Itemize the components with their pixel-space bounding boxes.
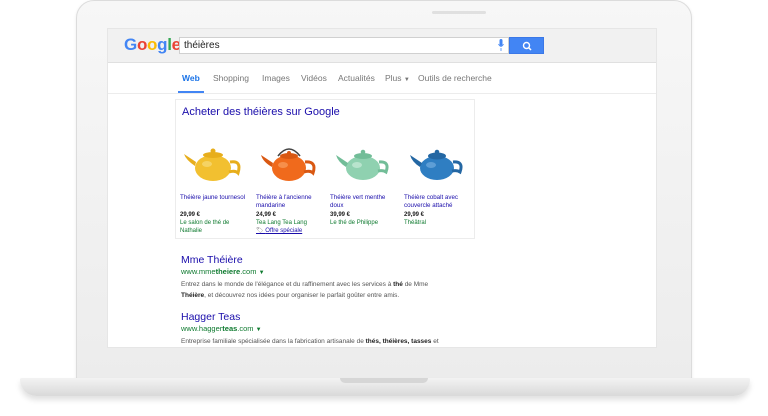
browser-screen: Google Web Shopping Images Vidéos Actual… <box>107 28 657 348</box>
search-tabs: Web Shopping Images Vidéos Actualités Pl… <box>108 63 656 94</box>
product-card[interactable]: Théière vert menthe doux 39,99 € Le thé … <box>330 140 400 227</box>
shopping-box: Acheter des théières sur Google Théière … <box>175 99 475 239</box>
tag-icon: 🏷 <box>256 228 266 234</box>
teapot-image[interactable] <box>330 140 400 184</box>
result-url: www.haggerteas.com ▼ <box>181 324 481 335</box>
search-icon <box>522 41 532 51</box>
search-result: Hagger Teas www.haggerteas.com ▼ Entrepr… <box>181 311 481 347</box>
snippet-text: de Mme <box>402 281 429 288</box>
result-title[interactable]: Hagger Teas <box>181 311 481 324</box>
product-card[interactable]: Théière jaune tournesol 29,99 € Le salon… <box>180 140 250 235</box>
laptop-camera <box>432 11 486 14</box>
product-name[interactable]: Théière à l'ancienne mandarine <box>256 194 326 210</box>
tab-plus-label: Plus <box>385 73 402 83</box>
active-tab-indicator <box>178 91 204 93</box>
result-title[interactable]: Mme Théière <box>181 254 481 267</box>
shopping-title[interactable]: Acheter des théières sur Google <box>182 106 340 118</box>
teapot-image[interactable] <box>256 140 326 184</box>
special-offer-label: Offre spéciale <box>265 228 303 234</box>
tab-plus[interactable]: Plus ▼ <box>385 73 410 83</box>
product-store: Le salon de thé de Nathalie <box>180 220 230 234</box>
tab-images[interactable]: Images <box>262 73 290 83</box>
product-price: 39,99 € <box>330 212 351 218</box>
snippet-text: Entrez dans le monde de l'élégance et du… <box>181 281 394 288</box>
teapot-mint-icon <box>336 149 389 180</box>
result-snippet: Entrez dans le monde de l'élégance et du… <box>181 280 481 301</box>
result-url-suffix: .com <box>237 324 254 333</box>
product-store: Théâtral <box>404 220 427 226</box>
snippet-bold: Théière <box>181 291 205 299</box>
snippet-bold: thés, théières, tasses <box>365 338 432 345</box>
search-header: Google <box>108 29 656 63</box>
tab-shopping[interactable]: Shopping <box>213 73 249 83</box>
result-url: www.mmetheiere.com ▼ <box>181 267 481 278</box>
tab-actualites[interactable]: Actualités <box>338 73 375 83</box>
product-store: Tea Lang Tea Lang <box>256 220 307 226</box>
teapot-image[interactable] <box>180 140 250 184</box>
product-name[interactable]: Théière jaune tournesol <box>180 194 250 210</box>
product-card[interactable]: Théière à l'ancienne mandarine 24,99 € T… <box>256 140 326 235</box>
result-snippet: Entreprise familiale spécialisée dans la… <box>181 337 481 347</box>
dropdown-caret-icon[interactable]: ▼ <box>259 270 265 276</box>
teapot-yellow-icon <box>184 148 241 181</box>
teapot-cobalt-icon <box>410 149 463 180</box>
result-url-bold: teas <box>222 324 238 333</box>
snippet-text: et <box>431 338 439 345</box>
search-box[interactable] <box>179 37 509 54</box>
result-url-prefix: www.mme <box>181 267 216 276</box>
microphone-icon[interactable] <box>498 39 504 51</box>
tab-videos[interactable]: Vidéos <box>301 73 327 83</box>
product-store: Le thé de Philippe <box>330 220 379 226</box>
product-price: 24,99 € <box>256 212 277 218</box>
search-input[interactable] <box>184 38 484 53</box>
snippet-text: , et découvrez nos idées pour organiser … <box>204 291 400 299</box>
product-price: 29,99 € <box>404 212 425 218</box>
tab-web[interactable]: Web <box>182 73 200 83</box>
special-offer-link[interactable]: 🏷 Offre spéciale <box>256 227 326 235</box>
chevron-down-icon: ▼ <box>403 77 410 83</box>
search-result: Mme Théière www.mmetheiere.com ▼ Entrez … <box>181 254 481 301</box>
snippet-bold: thé <box>393 281 403 288</box>
product-price: 29,99 € <box>180 212 201 218</box>
product-card[interactable]: Théière cobalt avec couvercle attaché 29… <box>404 140 474 227</box>
teapot-orange-icon <box>261 148 316 181</box>
result-url-prefix: www.hagger <box>181 324 223 333</box>
google-logo[interactable]: Google <box>124 35 181 55</box>
teapot-image[interactable] <box>404 140 474 184</box>
laptop-base-notch <box>340 378 428 383</box>
product-name[interactable]: Théière vert menthe doux <box>330 194 400 210</box>
snippet-text: Entreprise familiale spécialisée dans la… <box>181 338 366 345</box>
result-url-suffix: .com <box>240 267 257 276</box>
search-button[interactable] <box>509 37 544 54</box>
tab-search-tools[interactable]: Outils de recherche <box>418 73 492 83</box>
product-name[interactable]: Théière cobalt avec couvercle attaché <box>404 194 474 210</box>
dropdown-caret-icon[interactable]: ▼ <box>256 327 262 333</box>
result-url-bold: theiere <box>215 267 241 276</box>
